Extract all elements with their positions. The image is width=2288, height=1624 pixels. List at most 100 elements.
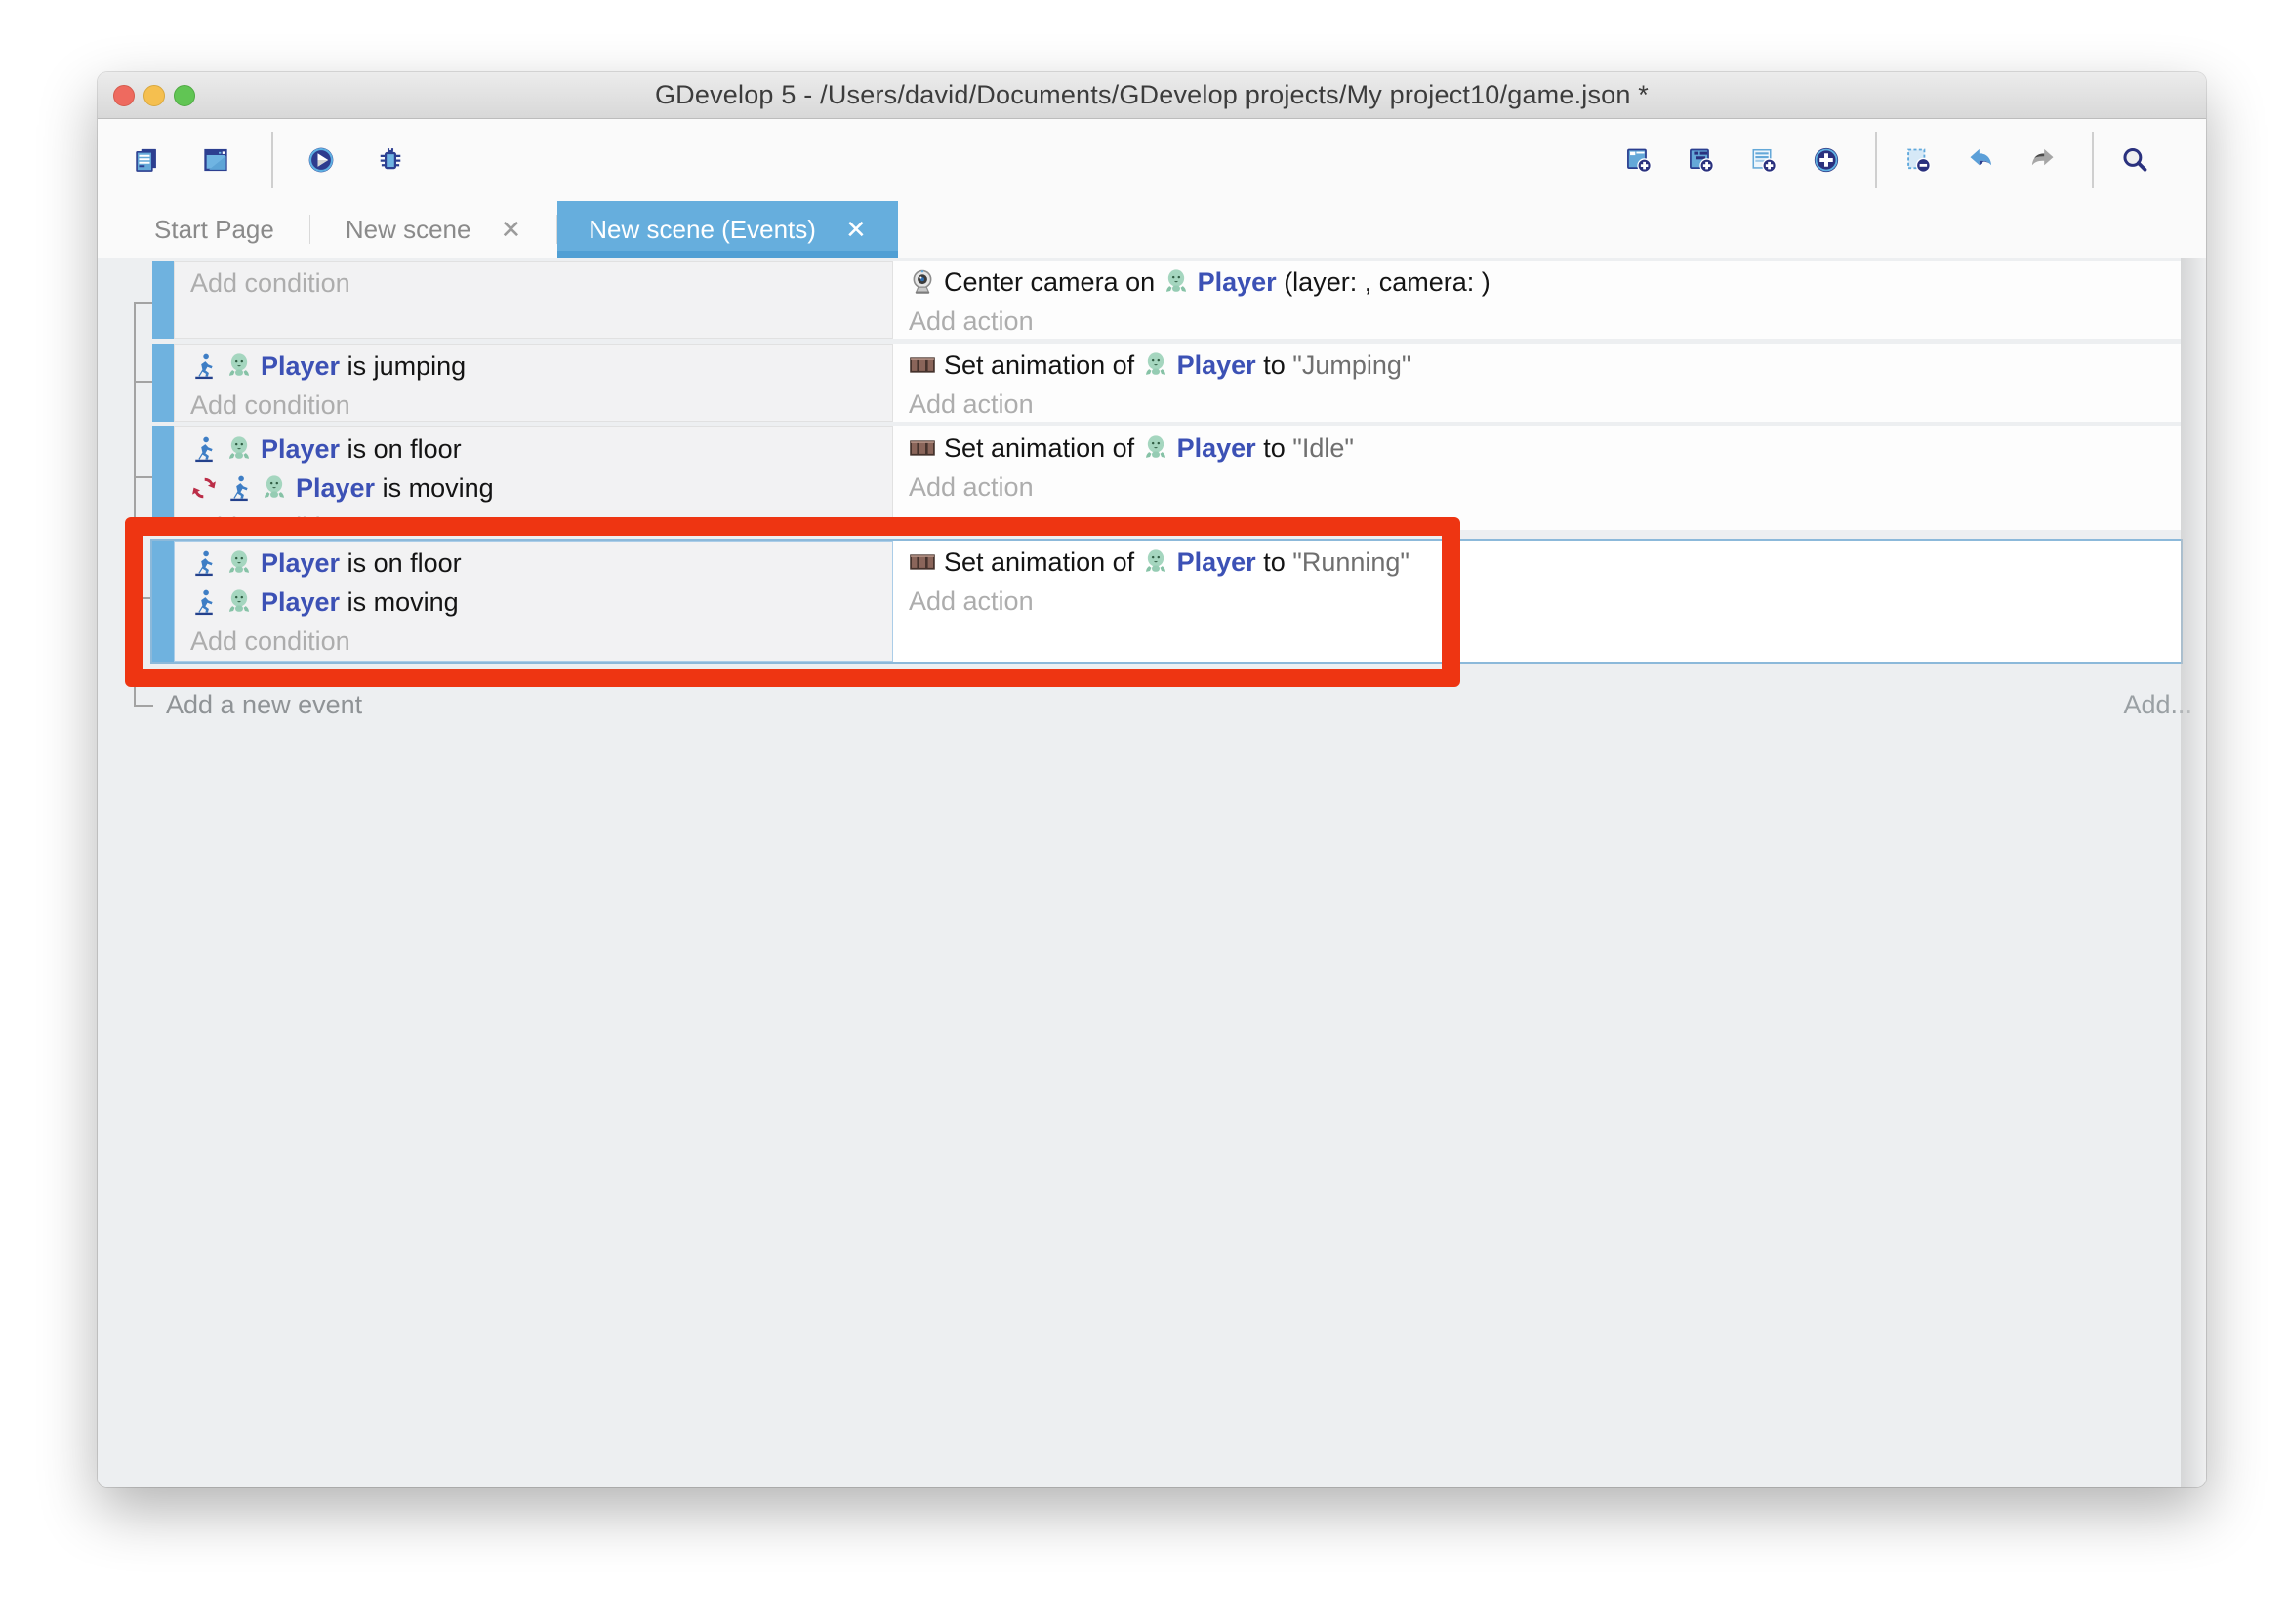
event-text: Add action xyxy=(909,389,1034,420)
add-subevent-icon xyxy=(1688,146,1715,174)
animation-icon xyxy=(909,434,936,462)
redo-icon xyxy=(2029,146,2057,174)
event-row[interactable]: Player is jumping Add condition Set animat… xyxy=(152,344,2181,422)
event-text: is on floor xyxy=(340,548,462,579)
scrollbar-track[interactable] xyxy=(2181,258,2206,1487)
event-handle[interactable] xyxy=(152,426,174,530)
event-text: Player xyxy=(261,434,340,465)
event-text: "Jumping" xyxy=(1292,350,1410,381)
event-text: is moving xyxy=(340,588,459,618)
tab-start-page[interactable]: Start Page xyxy=(119,201,309,258)
event-text: (layer: , camera: ) xyxy=(1277,267,1491,298)
event-handle[interactable] xyxy=(152,344,174,422)
tab-bar: Start Page New scene ✕ New scene (Events) ✕ xyxy=(98,201,2206,258)
add-action-button[interactable]: Add action xyxy=(909,385,2165,422)
action-item[interactable]: Set animation of Player to "Idle" xyxy=(909,428,2165,467)
add-event-icon xyxy=(1625,146,1653,174)
toolbar-left-group xyxy=(119,129,426,191)
action-item[interactable]: Set animation of Player to "Jumping" xyxy=(909,345,2165,385)
player-object-icon xyxy=(225,435,253,463)
animation-icon xyxy=(909,548,936,576)
events-footer: Add a new event Add... xyxy=(98,685,2206,724)
event-text: Set animation of xyxy=(944,433,1142,464)
condition-item[interactable]: Player is moving xyxy=(190,583,877,622)
events-sheet: Add condition Center camera on Player (la… xyxy=(98,258,2206,1487)
add-event-button[interactable] xyxy=(1612,129,1674,191)
zoom-button[interactable] xyxy=(174,85,195,106)
window-controls xyxy=(113,72,195,118)
event-text: Player xyxy=(1198,267,1277,298)
condition-item[interactable]: Player is jumping xyxy=(190,346,877,386)
add-condition-button[interactable]: Add condition xyxy=(190,622,877,661)
event-text: Add condition xyxy=(190,627,350,657)
add-condition-button[interactable]: Add condition xyxy=(190,508,877,530)
event-text: Player xyxy=(1177,350,1256,381)
undo-button[interactable] xyxy=(1953,129,2016,191)
event-text: Player xyxy=(296,473,375,504)
add-condition-button[interactable]: Add condition xyxy=(190,264,877,303)
event-text: to xyxy=(1256,548,1293,578)
player-object-icon xyxy=(1142,351,1169,379)
action-item[interactable]: Set animation of Player to "Running" xyxy=(909,543,2165,582)
search-button[interactable] xyxy=(2107,129,2170,191)
event-text: Add condition xyxy=(190,390,350,421)
main-toolbar xyxy=(98,119,2206,201)
event-text: Set animation of xyxy=(944,350,1142,381)
add-new-button[interactable] xyxy=(1799,129,1861,191)
actions-column: Set animation of Player to "Idle" Add act… xyxy=(893,426,2181,530)
debug-icon xyxy=(377,146,404,174)
minimize-button[interactable] xyxy=(143,85,165,106)
actions-column: Set animation of Player to "Jumping" Add … xyxy=(893,344,2181,422)
window-title: GDevelop 5 - /Users/david/Documents/GDev… xyxy=(655,80,1649,110)
scene-editor-button[interactable] xyxy=(188,129,251,191)
redo-button[interactable] xyxy=(2016,129,2078,191)
screenshot-page: GDevelop 5 - /Users/david/Documents/GDev… xyxy=(0,0,2288,1624)
conditions-column: Player is on floorPlayer is moving Add co… xyxy=(174,426,893,530)
add-action-button[interactable]: Add action xyxy=(909,467,2165,507)
event-text: Add action xyxy=(909,472,1034,503)
add-comment-button[interactable] xyxy=(1736,129,1799,191)
platformer-behavior-icon xyxy=(190,549,218,577)
delete-event-button[interactable] xyxy=(1891,129,1953,191)
tab-close-icon[interactable]: ✕ xyxy=(845,217,867,242)
animation-icon xyxy=(909,351,936,379)
add-subevent-button[interactable] xyxy=(1674,129,1736,191)
condition-item[interactable]: Player is on floor xyxy=(190,429,877,468)
tab-close-icon[interactable]: ✕ xyxy=(500,217,521,242)
event-text: Add condition xyxy=(190,512,350,531)
add-action-button[interactable]: Add action xyxy=(909,302,2165,339)
event-row[interactable]: Player is on floorPlayer is moving Add co… xyxy=(152,426,2181,530)
player-object-icon xyxy=(1142,548,1169,576)
event-text: Player xyxy=(1177,548,1256,578)
platformer-behavior-icon xyxy=(190,352,218,380)
tab-label: New scene xyxy=(346,215,471,245)
event-handle[interactable] xyxy=(152,261,174,339)
add-condition-button[interactable]: Add condition xyxy=(190,386,877,422)
action-item[interactable]: Center camera on Player (layer: , camera… xyxy=(909,263,2165,302)
condition-item[interactable]: Player is moving xyxy=(190,468,877,508)
event-text: Player xyxy=(261,548,340,579)
event-row[interactable]: Add condition Center camera on Player (la… xyxy=(152,261,2181,339)
event-handle[interactable] xyxy=(152,541,174,662)
project-manager-button[interactable] xyxy=(119,129,182,191)
invert-condition-icon xyxy=(190,474,218,502)
tab-new-scene-events[interactable]: New scene (Events) ✕ xyxy=(557,201,897,258)
debug-button[interactable] xyxy=(363,129,426,191)
tab-new-scene[interactable]: New scene ✕ xyxy=(310,201,556,258)
tab-label: New scene (Events) xyxy=(589,215,816,245)
project-manager-icon xyxy=(133,146,160,174)
player-object-icon xyxy=(1163,268,1190,296)
close-button[interactable] xyxy=(113,85,135,106)
add-action-button[interactable]: Add action xyxy=(909,582,2165,621)
preview-play-button[interactable] xyxy=(294,129,356,191)
platformer-behavior-icon xyxy=(225,474,253,502)
condition-item[interactable]: Player is on floor xyxy=(190,544,877,583)
tab-label: Start Page xyxy=(154,215,274,245)
gdevelop-window: GDevelop 5 - /Users/david/Documents/GDev… xyxy=(98,72,2206,1487)
event-row[interactable]: Player is on floorPlayer is movingAdd co… xyxy=(152,541,2181,662)
platformer-behavior-icon xyxy=(190,435,218,463)
add-new-event-button[interactable]: Add a new event xyxy=(166,690,362,720)
event-text: Set animation of xyxy=(944,548,1142,578)
event-text: Add condition xyxy=(190,268,350,299)
events-list: Add condition Center camera on Player (la… xyxy=(98,258,2206,662)
